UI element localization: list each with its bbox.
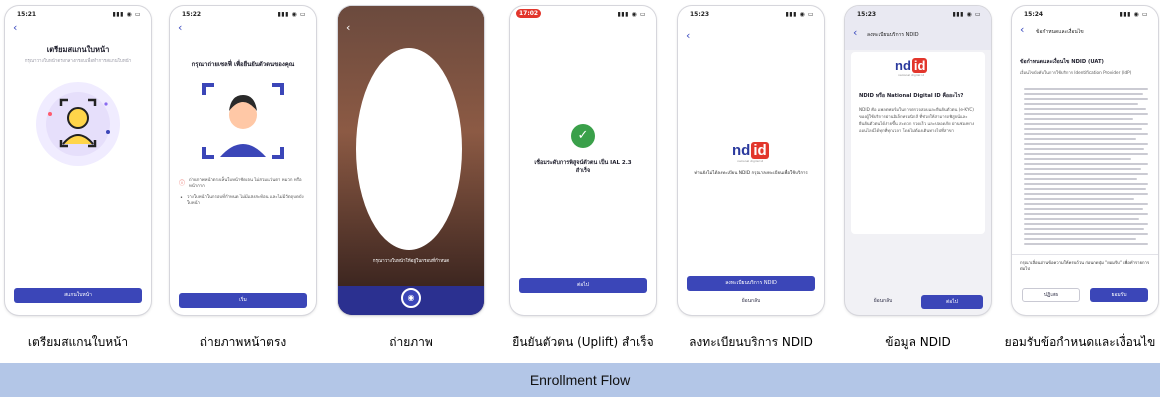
caption-uplift-success: ยืนยันตัวตน (Uplift) สำเร็จ: [512, 335, 654, 349]
ndid-logo: nd id national digital id: [732, 142, 769, 163]
status-bar: 15:24 ▮▮▮ ◉ ▭: [1012, 6, 1158, 22]
footer-title: Enrollment Flow: [0, 363, 1160, 397]
status-bar: 15:23 ▮▮▮ ◉ ▭: [678, 6, 824, 22]
caption-terms: ยอมรับข้อกำหนดและเงื่อนไข: [1004, 335, 1156, 349]
phone-camera: ‹ กรุณาวางใบหน้าให้อยู่ในกรอบที่กำหนด ◉: [338, 6, 484, 315]
logo-text-nd: nd: [732, 142, 751, 159]
back-chevron-icon[interactable]: ‹: [178, 22, 182, 33]
phone-selfie-instructions: 15:22 ▮▮▮ ◉ ▭ ‹ กรุณาถ่ายเซลฟี่ เพื่อยืน…: [170, 6, 316, 315]
status-bar: 17:02 ▮▮▮ ◉ ▭: [510, 6, 656, 22]
caption-ndid-info: ข้อมูล NDID: [885, 335, 951, 349]
logo-tagline: national digital id: [737, 159, 764, 163]
accept-button[interactable]: ยอมรับ: [1090, 288, 1148, 302]
status-time: 15:22: [182, 11, 202, 18]
phone-prepare-scan: 15:21 ▮▮▮ ◉ ▭ ‹ เตรียมสแกนใบหน้า กรุณาวา…: [5, 6, 151, 315]
scan-face-button[interactable]: สแกนใบหน้า: [14, 288, 142, 303]
next-button[interactable]: ต่อไป: [921, 295, 983, 309]
page-title: เตรียมสแกนใบหน้า: [46, 45, 110, 54]
back-chevron-icon[interactable]: ‹: [346, 22, 350, 33]
signal-wifi-battery-icon: ▮▮▮ ◉ ▭: [112, 11, 141, 18]
status-time: 15:23: [857, 11, 877, 18]
signal-wifi-battery-icon: ▮▮▮ ◉ ▭: [617, 11, 646, 18]
page-title: กรุณาถ่ายเซลฟี่ เพื่อยืนยันตัวตนของคุณ: [191, 61, 295, 68]
face-oval-guide: [356, 48, 462, 250]
info-card: nd id national digital id NDID หรือ Natio…: [851, 52, 985, 234]
register-prompt: ท่านยังไม่ได้ลงทะเบียน NDID กรุณาลงทะเบี…: [694, 171, 808, 176]
status-time: 15:24: [1024, 11, 1044, 18]
page-subtitle: กรุณาวางใบหน้าตรงกลางกรอบเพื่อทำการสแกนใ…: [24, 59, 132, 64]
face-scan-illustration: [36, 82, 120, 166]
status-bar: 15:21 ▮▮▮ ◉ ▭: [5, 6, 151, 22]
phone-register-ndid: 15:23 ▮▮▮ ◉ ▭ ‹ nd id national digital id…: [678, 6, 824, 315]
logo-text-id: id: [751, 142, 769, 159]
phone-terms: 15:24 ▮▮▮ ◉ ▭ ‹ ข้อกำหนดและเงื่อนไข ข้อก…: [1012, 6, 1158, 315]
status-time: 17:02: [516, 9, 542, 18]
reject-button[interactable]: ปฏิเสธ: [1022, 288, 1080, 302]
terms-body[interactable]: [1024, 88, 1148, 252]
header-title: ข้อกำหนดและเงื่อนไข: [1036, 29, 1084, 35]
back-chevron-icon[interactable]: ‹: [1020, 24, 1024, 35]
next-button[interactable]: ต่อไป: [519, 278, 647, 293]
caption-camera: ถ่ายภาพ: [389, 335, 433, 349]
phone-uplift-success: 17:02 ▮▮▮ ◉ ▭ ✓ เชื่อมระดับการพิสูจน์ตัว…: [510, 6, 656, 315]
signal-wifi-battery-icon: ▮▮▮ ◉ ▭: [785, 11, 814, 18]
logo-text-id: id: [911, 58, 928, 73]
status-time: 15:23: [690, 11, 710, 18]
terms-heading: ข้อกำหนดและเงื่อนไข NDID (UAT): [1020, 59, 1104, 65]
camera-shutter-icon[interactable]: ◉: [401, 288, 421, 308]
info-body: NDID คือ แพลตฟอร์มในการตรวจสอบและยืนยันต…: [859, 107, 975, 133]
header-title: ลงทะเบียนบริการ NDID: [867, 32, 919, 38]
success-check-icon: ✓: [571, 124, 595, 148]
selfie-frame-illustration: [202, 83, 284, 159]
go-back-button[interactable]: ย้อนกลับ: [687, 295, 815, 309]
divider: [1012, 254, 1158, 255]
camera-hint: กรุณาวางใบหน้าให้อยู่ในกรอบที่กำหนด: [372, 259, 450, 264]
back-chevron-icon[interactable]: ‹: [853, 27, 857, 38]
signal-wifi-battery-icon: ▮▮▮ ◉ ▭: [1119, 11, 1148, 18]
terms-intro: เงื่อนไขบังคับในการใช้บริการ Identificat…: [1020, 70, 1132, 75]
start-button[interactable]: เริ่ม: [179, 293, 307, 308]
ndid-logo: nd id national digital id: [895, 58, 928, 77]
consent-note: กรุณาเลื่อนอ่านข้อความให้ครบถ้วน ก่อนกดป…: [1020, 260, 1150, 271]
tip-item: ถ่ายภาพหน้าตรงเห็นใบหน้าชัดเจน ไม่สวมแว่…: [189, 178, 302, 189]
tip-item: วางใบหน้าในกรอบที่กำหนด ไม่มีแสงสะท้อน แ…: [186, 195, 304, 206]
enrollment-flow: 15:21 ▮▮▮ ◉ ▭ ‹ เตรียมสแกนใบหน้า กรุณาวา…: [0, 0, 1160, 397]
status-bar: 15:22 ▮▮▮ ◉ ▭: [170, 6, 316, 22]
caption-selfie: ถ่ายภาพหน้าตรง: [199, 335, 287, 349]
alert-icon: ⓘ: [179, 180, 186, 187]
logo-text-nd: nd: [895, 58, 911, 73]
logo-tagline: national digital id: [898, 73, 925, 77]
register-ndid-button[interactable]: ลงทะเบียนบริการ NDID: [687, 276, 815, 291]
signal-wifi-battery-icon: ▮▮▮ ◉ ▭: [277, 11, 306, 18]
signal-wifi-battery-icon: ▮▮▮ ◉ ▭: [952, 11, 981, 18]
go-back-button[interactable]: ย้อนกลับ: [853, 295, 913, 309]
status-time: 15:21: [17, 11, 37, 18]
bullet-icon: •: [180, 195, 183, 201]
selfie-tips: ⓘ ถ่ายภาพหน้าตรงเห็นใบหน้าชัดเจน ไม่สวมแ…: [179, 178, 307, 207]
success-message: เชื่อมระดับการพิสูจน์ตัวตน เป็น IAL 2.3 …: [534, 160, 632, 174]
info-heading: NDID หรือ National Digital ID คืออะไร?: [859, 93, 964, 99]
back-chevron-icon[interactable]: ‹: [686, 30, 690, 41]
caption-prepare-scan: เตรียมสแกนใบหน้า: [27, 335, 129, 349]
caption-register-ndid: ลงทะเบียนบริการ NDID: [689, 335, 813, 349]
back-chevron-icon[interactable]: ‹: [13, 22, 17, 33]
status-bar: 15:23 ▮▮▮ ◉ ▭: [845, 6, 991, 22]
phone-ndid-info: 15:23 ▮▮▮ ◉ ▭ ‹ ลงทะเบียนบริการ NDID nd i…: [845, 6, 991, 315]
